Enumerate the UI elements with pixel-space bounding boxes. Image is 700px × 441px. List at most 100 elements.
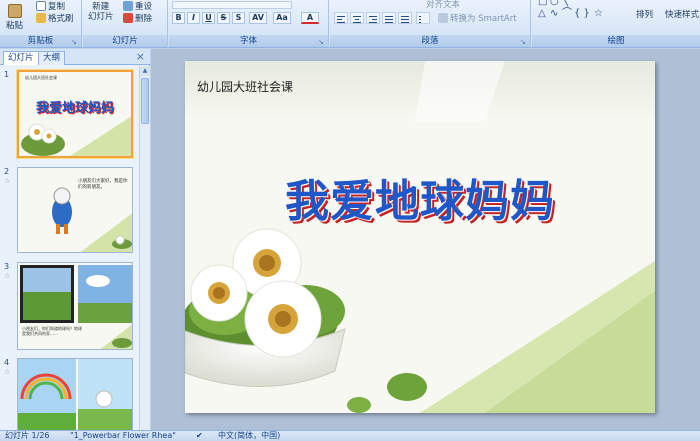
slide-thumbnail[interactable] — [17, 358, 133, 430]
paragraph-group: 对齐文本 转换为 SmartArt 段落 ↘ — [330, 0, 531, 48]
scrollbar-thumb[interactable] — [141, 78, 149, 124]
font-group-label: 字体 — [169, 35, 328, 47]
font-name-combo[interactable] — [172, 1, 292, 9]
rectangle-shape-icon[interactable]: □ — [538, 0, 547, 7]
align-text-label: 对齐文本 — [426, 0, 461, 10]
font-group: B I U S S AV Aa A 字体 ↘ — [169, 0, 329, 48]
distribute-button[interactable] — [398, 12, 412, 24]
justify-button[interactable] — [382, 12, 396, 24]
tab-outline[interactable]: 大纲 — [38, 51, 66, 65]
quick-styles-button[interactable]: 快速样式 — [665, 8, 699, 20]
bold-button[interactable]: B — [172, 12, 185, 24]
dialog-launcher-icon[interactable]: ↘ — [318, 38, 326, 46]
reset-button[interactable]: 重设 — [123, 0, 152, 12]
slide-editing-area: 幼儿园大班社会课 我爱地球妈妈 — [151, 49, 700, 430]
copy-button[interactable]: 复制 — [36, 0, 65, 12]
delete-icon — [123, 13, 133, 23]
slide-thumbnail-row[interactable]: 4 ☆ — [0, 358, 139, 430]
italic-button[interactable]: I — [187, 12, 200, 24]
current-slide[interactable]: 幼儿园大班社会课 我爱地球妈妈 — [185, 61, 655, 413]
slide-number: 1 — [4, 70, 10, 79]
thumb-subtitle: 幼儿园大班社会课 — [25, 75, 57, 80]
thumb-title: 我爱地球妈妈 — [35, 101, 114, 116]
delete-slide-button[interactable]: 删除 — [123, 12, 152, 24]
slide-thumbnail-row[interactable]: 3 ☆ 小朋友们，你们知道地球吗？地球是我们共同的家…… — [0, 262, 139, 354]
align-center-button[interactable] — [350, 12, 364, 24]
slide-title[interactable]: 我爱地球妈妈 — [185, 165, 655, 229]
slide-thumbnail-row[interactable]: 2 ☆ 小朋友们大家好，我是你们的新朋友。 — [0, 167, 139, 259]
slide-thumbnail-row[interactable]: 1 幼儿园大班社会课 我爱地球妈妈 — [0, 70, 139, 162]
strikethrough-button[interactable]: S — [217, 12, 230, 24]
close-icon[interactable]: × — [136, 50, 145, 64]
slide-subtitle[interactable]: 幼儿园大班社会课 — [197, 78, 293, 95]
align-text-button[interactable]: 对齐文本 — [426, 0, 460, 10]
star-shape-icon[interactable]: ☆ — [594, 9, 603, 19]
quick-styles-label: 快速样式 — [665, 10, 700, 20]
daisy-flower-icon — [190, 264, 248, 322]
font-color-button[interactable]: A — [301, 12, 319, 24]
slide-thumbnail[interactable]: 小朋友们，你们知道地球吗？地球是我们共同的家…… — [17, 262, 133, 350]
drawing-group: □ ○ ╲ △ ∿ ⌒ { } ☆ 排列 快速样式 绘图 — [532, 0, 700, 48]
language-indicator[interactable]: 中文(简体，中国) — [218, 431, 280, 441]
reset-icon — [123, 1, 133, 11]
animation-star-icon: ☆ — [4, 177, 11, 185]
text-shadow-button[interactable]: S — [232, 12, 245, 24]
change-case-button[interactable]: Aa — [273, 12, 291, 24]
slide-thumbnail[interactable]: 幼儿园大班社会课 我爱地球妈妈 — [17, 70, 133, 158]
smartart-icon — [438, 13, 448, 23]
convert-smartart-label: 转换为 SmartArt — [450, 14, 517, 24]
paintbrush-icon — [36, 13, 46, 23]
paste-button[interactable]: 粘贴 — [6, 4, 23, 31]
align-right-button[interactable] — [366, 12, 380, 24]
scroll-up-icon[interactable]: ▲ — [140, 66, 150, 76]
clipboard-group: 粘贴 复制 格式刷 剪贴板 ↘ — [0, 0, 82, 48]
format-painter-label: 格式刷 — [48, 14, 74, 24]
status-bar: 幻灯片 1/26 "1_Powerbar Flower Rhea" ✔ 中文(简… — [0, 430, 700, 441]
slide-3-thumbnail-art — [20, 265, 132, 349]
slide-number: 3 — [4, 262, 10, 271]
slides-panel: 幻灯片 大纲 × 1 幼儿园大班社会课 我爱地球妈妈 2 ☆ 小朋友们大家好，我… — [0, 49, 150, 430]
clipboard-icon — [7, 4, 22, 18]
theme-name: "1_Powerbar Flower Rhea" — [70, 431, 176, 440]
arrange-button[interactable]: 排列 — [636, 8, 653, 20]
format-painter-button[interactable]: 格式刷 — [36, 12, 74, 24]
arc-shape-icon[interactable]: ⌒ — [562, 9, 572, 19]
convert-smartart-button[interactable]: 转换为 SmartArt — [438, 12, 517, 24]
animation-star-icon: ☆ — [4, 272, 11, 280]
slide-indicator: 幻灯片 1/26 — [5, 431, 50, 440]
reset-label: 重设 — [135, 2, 153, 12]
slide-background-art — [185, 61, 655, 413]
char-spacing-button[interactable]: AV — [249, 12, 267, 24]
slides-group: 新建 幻灯片 重设 删除 幻灯片 — [83, 0, 168, 48]
ribbon: 粘贴 复制 格式刷 剪贴板 ↘ 新建 幻灯片 重设 删除 幻灯片 B I U S… — [0, 0, 700, 48]
dialog-launcher-icon[interactable]: ↘ — [520, 38, 528, 46]
daisy-flower-icon — [244, 280, 322, 358]
spellcheck-icon[interactable]: ✔ — [196, 431, 203, 441]
line-shape-icon[interactable]: ╲ — [562, 0, 568, 7]
curve-shape-icon[interactable]: ∿ — [550, 9, 558, 19]
animation-star-icon: ☆ — [4, 368, 11, 376]
align-left-button[interactable] — [334, 12, 348, 24]
drawing-group-label: 绘图 — [532, 35, 700, 47]
new-slide-button[interactable]: 新建 幻灯片 — [88, 2, 114, 22]
delete-label: 删除 — [135, 14, 153, 24]
arrange-label: 排列 — [636, 10, 654, 20]
brace-shape-icon[interactable]: { } — [574, 9, 590, 19]
slide-thumbnail[interactable]: 小朋友们大家好，我是你们的新朋友。 — [17, 167, 133, 253]
copy-label: 复制 — [48, 2, 66, 12]
slide-4-thumbnail-art — [18, 359, 132, 430]
slides-group-label: 幻灯片 — [83, 35, 167, 47]
tab-slides[interactable]: 幻灯片 — [3, 51, 39, 65]
new-slide-label-line2: 幻灯片 — [88, 12, 114, 22]
copy-icon — [36, 1, 46, 11]
oval-shape-icon[interactable]: ○ — [550, 0, 559, 7]
paste-label: 粘贴 — [6, 21, 24, 31]
thumbnails-scrollbar[interactable]: ▲ — [139, 66, 150, 430]
thumb-text: 小朋友们，你们知道地球吗？地球是我们共同的家…… — [22, 326, 82, 336]
panel-tabs: 幻灯片 大纲 × — [0, 49, 150, 65]
triangle-shape-icon[interactable]: △ — [538, 9, 546, 19]
columns-button[interactable] — [416, 12, 430, 24]
dialog-launcher-icon[interactable]: ↘ — [71, 38, 79, 46]
slide-number: 2 — [4, 167, 10, 176]
underline-button[interactable]: U — [202, 12, 215, 24]
